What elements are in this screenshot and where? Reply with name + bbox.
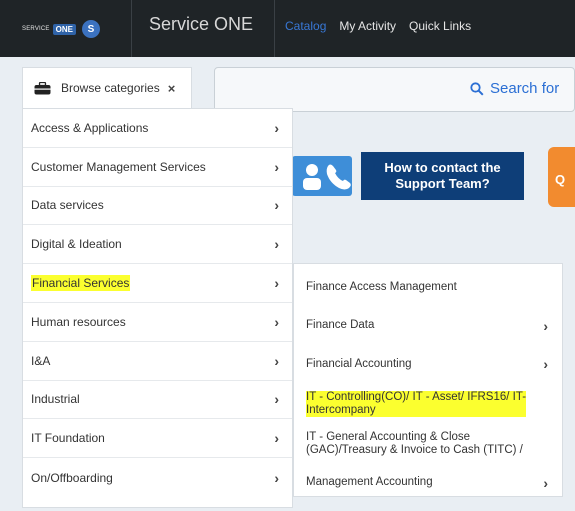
chevron-right-icon: › [543, 474, 548, 491]
subcategory-label: Management Accounting [306, 476, 433, 489]
subcategory-label: Finance Data [306, 319, 375, 332]
chevron-right-icon: › [274, 352, 279, 369]
logo-one-badge: ONE [52, 23, 76, 35]
chevron-right-icon: › [274, 391, 279, 408]
search-icon [470, 81, 484, 96]
chevron-right-icon: › [543, 356, 548, 373]
subcategory-item-it-general-accounting[interactable]: IT - General Accounting & Close (GAC)/Tr… [294, 424, 562, 464]
category-label: On/Offboarding [31, 470, 113, 485]
nav-divider [131, 0, 132, 57]
chevron-right-icon: › [274, 119, 279, 136]
category-label: Financial Services [31, 275, 131, 292]
service-one-logo[interactable]: SERVICE ONE S [22, 16, 122, 42]
top-navbar: SERVICE ONE S Service ONE Catalog My Act… [0, 0, 575, 57]
category-item-digital-ideation[interactable]: Digital & Ideation › [23, 225, 292, 265]
subcategory-label: Finance Access Management [306, 280, 457, 293]
subcategory-label: IT - Controlling(CO)/ IT - Asset/ IFRS16… [306, 390, 527, 417]
browse-categories-label: Browse categories [61, 81, 160, 95]
subcategory-label: Financial Accounting [306, 357, 412, 370]
chevron-right-icon: › [274, 430, 279, 447]
category-item-financial-services[interactable]: Financial Services › [23, 264, 292, 303]
subcategory-label: IT - General Accounting & Close (GAC)/Tr… [306, 431, 523, 457]
category-item-customer-management[interactable]: Customer Management Services › [23, 148, 292, 187]
subcategory-item-financial-accounting[interactable]: Financial Accounting › [294, 345, 562, 384]
subcategory-item-it-controlling[interactable]: IT - Controlling(CO)/ IT - Asset/ IFRS16… [294, 384, 562, 424]
logo-service-text: SERVICE [22, 26, 50, 32]
nav-link-my-activity[interactable]: My Activity [339, 19, 396, 33]
category-item-i-and-a[interactable]: I&A › [23, 342, 292, 381]
chevron-right-icon: › [543, 317, 548, 334]
faq-q-label: Q [555, 172, 566, 187]
chevron-right-icon: › [274, 236, 279, 253]
category-list: Access & Applications › Customer Managem… [22, 108, 293, 508]
subcategory-label-line2: (GAC)/Treasury & Invoice to Cash (TITC) … [306, 443, 523, 456]
contact-support-banner: How to contact the Support Team? [361, 152, 524, 200]
contact-banner-line2: Support Team? [395, 176, 490, 191]
category-label: Human resources [31, 314, 126, 329]
category-item-it-foundation[interactable]: IT Foundation › [23, 419, 292, 459]
chevron-right-icon: › [274, 197, 279, 214]
app-title[interactable]: Service ONE [149, 14, 253, 35]
search-label: Search for [490, 80, 560, 97]
logo-s-icon: S [81, 20, 100, 38]
search-prompt[interactable]: Search for [470, 80, 559, 97]
chevron-right-icon: › [274, 469, 279, 486]
nav-divider [274, 0, 275, 57]
subcategory-item-finance-access-management[interactable]: Finance Access Management [294, 268, 562, 307]
contact-banner-line1: How to contact the [384, 160, 501, 175]
category-item-data-services[interactable]: Data services › [23, 187, 292, 226]
briefcase-icon [34, 81, 51, 94]
category-label: IT Foundation [31, 431, 105, 446]
subcategory-item-finance-data[interactable]: Finance Data › [294, 307, 562, 346]
nav-link-catalog[interactable]: Catalog [285, 19, 326, 33]
subcategory-label-line1: IT - Controlling(CO)/ IT - Asset/ IFRS16… [306, 390, 527, 403]
category-label: Data services [31, 198, 104, 213]
subcategory-list: Finance Access Management Finance Data ›… [293, 263, 563, 497]
category-label: Customer Management Services [31, 159, 206, 174]
category-item-human-resources[interactable]: Human resources › [23, 303, 292, 342]
category-label: Digital & Ideation [31, 237, 122, 252]
category-item-on-offboarding[interactable]: On/Offboarding › [23, 458, 292, 497]
contact-support-card[interactable]: How to contact the Support Team? [292, 147, 532, 205]
category-item-access-applications[interactable]: Access & Applications › [23, 109, 292, 148]
chevron-right-icon: › [274, 313, 279, 330]
subcategory-label-line2: Intercompany [306, 403, 376, 416]
subcategory-label-line1: IT - General Accounting & Close [306, 430, 471, 443]
close-icon[interactable]: × [168, 81, 176, 96]
support-contact-icon [292, 156, 352, 196]
category-label: Access & Applications [31, 120, 149, 135]
nav-link-quick-links[interactable]: Quick Links [409, 19, 471, 33]
category-item-industrial[interactable]: Industrial › [23, 381, 292, 420]
category-label: Industrial [31, 392, 80, 407]
category-label: I&A [31, 353, 51, 368]
subcategory-item-management-accounting[interactable]: Management Accounting › [294, 464, 562, 503]
chevron-right-icon: › [274, 275, 279, 292]
chevron-right-icon: › [274, 158, 279, 175]
browse-categories-button[interactable]: Browse categories × [22, 67, 192, 108]
nav-links: Catalog My Activity Quick Links [285, 19, 471, 33]
